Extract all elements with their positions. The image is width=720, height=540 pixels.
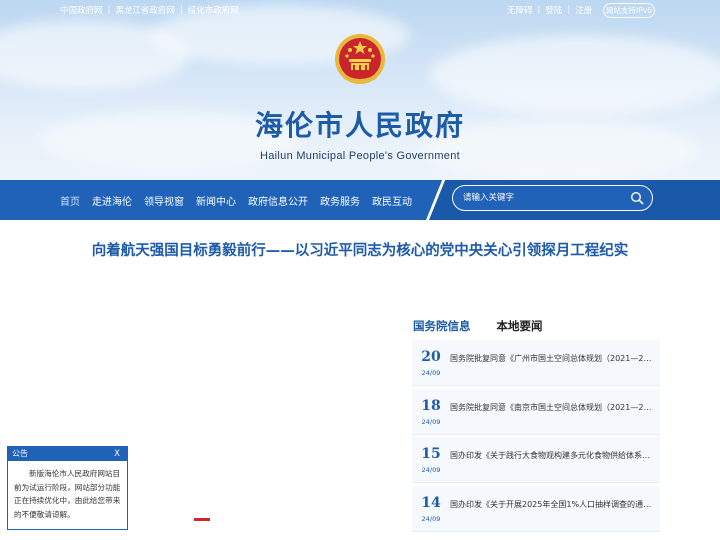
headline-link[interactable]: 向着航天强国目标勇毅前行——以习近平同志为核心的党中央关心引领探月工程纪实	[80, 240, 640, 262]
tab-state-council-info[interactable]: 国务院信息	[413, 318, 471, 334]
search-input[interactable]	[463, 190, 623, 206]
notice-header: 公告 X	[8, 447, 127, 461]
nav-item-leadership[interactable]: 领导视窗	[144, 193, 184, 208]
news-list: 20 24/09 国务院批复同意《广州市国土空间总体规划（2021—2035年）…	[412, 340, 660, 534]
search-icon[interactable]	[630, 191, 644, 205]
news-day: 14	[421, 494, 441, 511]
nav-item-about-hailun[interactable]: 走进海伦	[92, 193, 132, 208]
tab-local-news[interactable]: 本地要闻	[497, 318, 543, 334]
link-city-gov[interactable]: 绥化市政府网	[188, 4, 239, 16]
news-day: 20	[421, 349, 441, 365]
list-item[interactable]: 14 24/09 国办印发《关于开展2025年全国1%人口抽样调查的通知》	[412, 485, 660, 532]
search-box	[452, 185, 653, 211]
notice-body: 新版海伦市人民政府网站目前为试运行阶段，网站部分功能正在持续优化中，由此给您带来…	[14, 469, 121, 519]
cloud-decoration	[430, 35, 720, 115]
news-month: 24/09	[421, 369, 441, 377]
list-item[interactable]: 20 24/09 国务院批复同意《广州市国土空间总体规划（2021—2035年）…	[412, 340, 660, 386]
news-title[interactable]: 国办印发《关于践行大食物观构建多元化食物供给体系的意见》	[450, 450, 654, 461]
site-title: 海伦市人民政府	[254, 109, 465, 142]
news-title[interactable]: 国务院批复同意《广州市国土空间总体规划（2021—2035年）》	[450, 353, 654, 364]
news-month: 24/09	[421, 514, 441, 523]
news-month: 24/09	[421, 466, 441, 474]
partner-links: 中国政府网 | 黑龙江省政府网 | 绥化市政府网	[60, 4, 239, 16]
link-province-gov[interactable]: 黑龙江省政府网	[115, 4, 175, 16]
top-links-bar: 中国政府网 | 黑龙江省政府网 | 绥化市政府网 无障碍 | 登陆 | 注册 网…	[0, 0, 720, 20]
carousel-indicator[interactable]	[194, 518, 210, 521]
separator: |	[567, 5, 571, 15]
list-item[interactable]: 18 24/09 国务院批复同意《南京市国土空间总体规划（2021—2035年）…	[412, 388, 660, 435]
link-central-gov[interactable]: 中国政府网	[60, 4, 103, 16]
nav-item-gov-info[interactable]: 政府信息公开	[248, 193, 308, 208]
nav-item-gov-services[interactable]: 政务服务	[320, 193, 360, 208]
national-emblem-icon	[335, 34, 385, 84]
list-item[interactable]: 15 24/09 国办印发《关于践行大食物观构建多元化食物供给体系的意见》	[412, 437, 660, 483]
separator: |	[537, 5, 541, 15]
news-day: 18	[421, 397, 441, 414]
separator: |	[107, 5, 111, 15]
news-title[interactable]: 国务院批复同意《南京市国土空间总体规划（2021—2035年）》	[450, 402, 654, 413]
separator: |	[179, 5, 183, 15]
nav-item-interaction[interactable]: 政民互动	[372, 193, 412, 208]
ipv6-badge[interactable]: 网站支持IPv6	[603, 3, 655, 18]
site-subtitle: Hailun Municipal People's Government	[260, 150, 460, 162]
news-tabs: 国务院信息 本地要闻	[413, 318, 569, 334]
nav-item-news-center[interactable]: 新闻中心	[196, 193, 236, 208]
news-title[interactable]: 国办印发《关于开展2025年全国1%人口抽样调查的通知》	[450, 499, 654, 510]
register-link[interactable]: 注册	[575, 4, 592, 16]
nav-item-home[interactable]: 首页	[60, 193, 80, 208]
close-icon[interactable]: X	[114, 447, 120, 461]
news-day: 15	[421, 446, 441, 462]
nav-menu: 首页 走进海伦 领导视窗 新闻中心 政府信息公开 政务服务 政民互动	[60, 180, 424, 220]
header-banner: 中国政府网 | 黑龙江省政府网 | 绥化市政府网 无障碍 | 登陆 | 注册 网…	[0, 0, 720, 180]
notice-title: 公告	[12, 449, 28, 458]
accessibility-link[interactable]: 无障碍	[507, 4, 533, 16]
login-link[interactable]: 登陆	[545, 4, 562, 16]
notice-popup: 公告 X 新版海伦市人民政府网站目前为试运行阶段，网站部分功能正在持续优化中，由…	[7, 446, 128, 530]
news-month: 24/09	[421, 417, 441, 426]
account-links: 无障碍 | 登陆 | 注册	[507, 4, 592, 16]
